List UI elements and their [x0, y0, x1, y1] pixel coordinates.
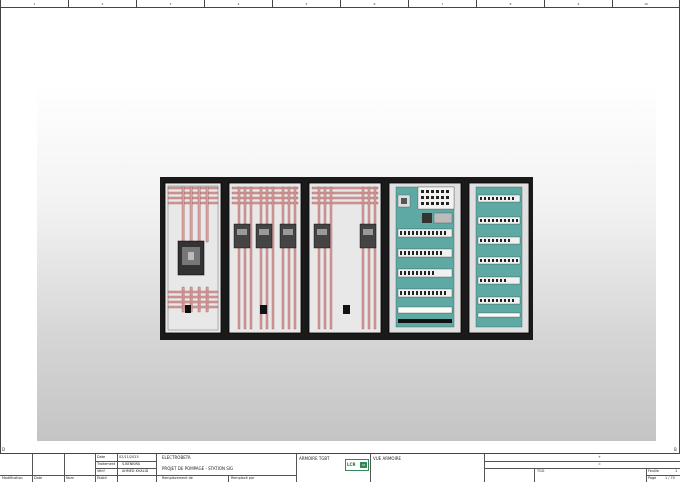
top-ruler: 1 2 3 4 5 6 7 8 9 10 — [0, 0, 680, 8]
panel-terminals — [468, 182, 530, 334]
feeder-breaker — [313, 223, 331, 249]
replaced-by: Remplacé par — [231, 476, 255, 480]
date-label: Date — [97, 455, 106, 459]
col-modification: Modification — [2, 476, 23, 480]
row-mark-left: D — [2, 447, 6, 452]
location-field: + — [598, 455, 601, 459]
row-mark-right: B — [674, 447, 677, 452]
ruler-col: 3 — [136, 0, 204, 8]
col-nom: Nom — [66, 476, 74, 480]
project-title: PROJET DE POMPAGE - STATION SIG — [162, 466, 234, 471]
feeder-breaker — [255, 223, 273, 249]
traitement-label: Traitement — [97, 462, 116, 466]
drawing-ref: TGG — [537, 469, 545, 473]
logo-mark: M — [360, 462, 367, 468]
feeder-breaker — [233, 223, 251, 249]
page-label: Page — [648, 476, 657, 480]
cabinet-front-view — [160, 177, 533, 340]
feeder-breaker — [359, 223, 377, 249]
client-name: ELECTROBETA — [162, 455, 191, 460]
ruler-col: 9 — [544, 0, 612, 8]
drawing-sheet: 1 2 3 4 5 6 7 8 9 10 D B Modification Da… — [0, 0, 680, 482]
ruler-col: 4 — [204, 0, 272, 8]
panel-feeder-2 — [308, 182, 382, 334]
feeder-breaker — [279, 223, 297, 249]
traitement-value: S.BENKIRA — [122, 462, 140, 466]
date-value: 02/11/2023 — [119, 455, 139, 459]
verif-value: AHMED KHALID — [122, 469, 149, 473]
view-name: VUE ARMOIRE — [373, 456, 402, 461]
ruler-col: 1 — [0, 0, 68, 8]
logo-text: LCR — [347, 462, 356, 467]
col-etabli: Etabli — [97, 476, 107, 480]
folio-value: 1 — [675, 469, 678, 473]
replacement-of: Remplacement de — [162, 476, 193, 480]
verif-label: Vérif — [97, 469, 105, 473]
sheet-code: ARMOIRE TGBT — [299, 456, 330, 461]
panel-incomer — [164, 182, 222, 334]
ruler-col: 5 — [272, 0, 340, 8]
ruler-col: 10 — [612, 0, 680, 8]
ruler-col: 2 — [68, 0, 136, 8]
page-value: 1 / 70 — [665, 476, 675, 480]
folio-label: Feuille — [648, 469, 659, 473]
panel-control — [388, 182, 462, 334]
ruler-col: 6 — [340, 0, 408, 8]
ruler-col: 7 — [408, 0, 476, 8]
col-date: Date — [34, 476, 43, 480]
function-field: = — [598, 462, 601, 466]
panel-feeder-1 — [228, 182, 302, 334]
ruler-col: 8 — [476, 0, 544, 8]
frame-left — [0, 8, 1, 453]
company-logo: LCR M — [345, 459, 369, 471]
